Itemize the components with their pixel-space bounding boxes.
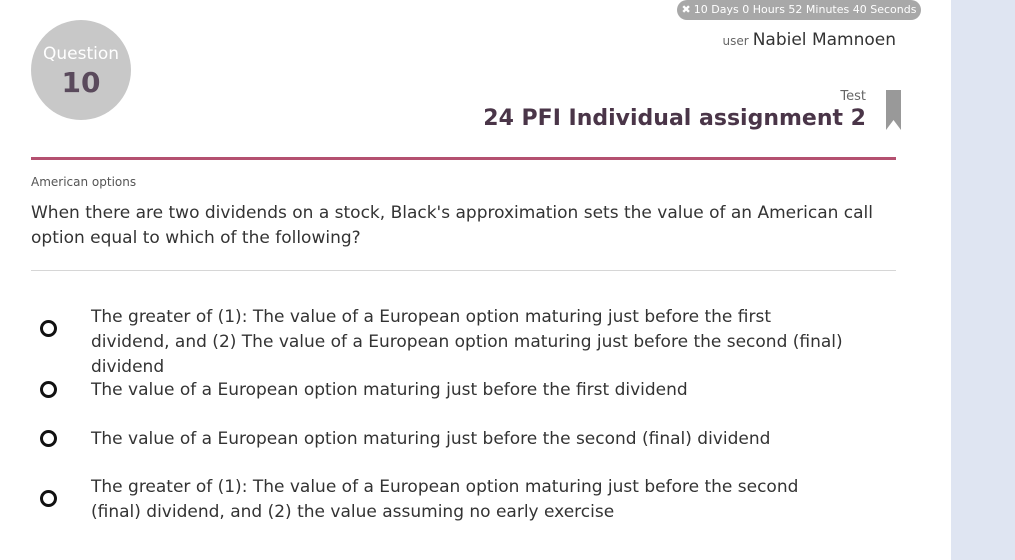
answer-option[interactable]: The greater of (1): The value of a Europ… xyxy=(40,305,860,377)
radio-button[interactable] xyxy=(40,490,57,507)
user-info: user Nabiel Mamnoen xyxy=(723,30,896,50)
question-text: When there are two dividends on a stock,… xyxy=(31,203,873,248)
question-divider xyxy=(31,270,896,271)
answer-option[interactable]: The greater of (1): The value of a Europ… xyxy=(40,475,860,527)
test-title: 24 PFI Individual assignment 2 xyxy=(483,106,866,131)
close-icon: ✖ xyxy=(681,3,691,16)
user-label: user xyxy=(722,34,749,48)
user-name: Nabiel Mamnoen xyxy=(752,30,896,50)
answer-option-text: The value of a European option maturing … xyxy=(91,380,688,400)
radio-button[interactable] xyxy=(40,381,57,398)
question-badge-label: Question xyxy=(42,44,120,64)
answer-option-text: The greater of (1): The value of a Europ… xyxy=(91,307,843,377)
answer-option-text: The value of a European option maturing … xyxy=(91,429,771,449)
timer-text: 10 Days 0 Hours 52 Minutes 40 Seconds xyxy=(693,3,917,16)
answer-option[interactable]: The value of a European option maturing … xyxy=(40,427,860,454)
question-badge: Question 10 xyxy=(31,20,131,120)
countdown-timer: ✖ 10 Days 0 Hours 52 Minutes 40 Seconds xyxy=(677,0,921,20)
radio-button[interactable] xyxy=(40,430,57,447)
header-divider xyxy=(31,157,896,160)
answer-option[interactable]: The value of a European option maturing … xyxy=(40,378,860,405)
question-number: 10 xyxy=(61,66,101,99)
test-label: Test xyxy=(840,89,866,104)
side-panel xyxy=(951,0,1015,560)
radio-button[interactable] xyxy=(40,320,57,337)
answer-option-text: The greater of (1): The value of a Europ… xyxy=(91,477,799,522)
bookmark-icon[interactable] xyxy=(886,90,901,130)
quiz-page: ✖ 10 Days 0 Hours 52 Minutes 40 Seconds u… xyxy=(0,0,1015,560)
question-category: American options xyxy=(31,175,137,189)
